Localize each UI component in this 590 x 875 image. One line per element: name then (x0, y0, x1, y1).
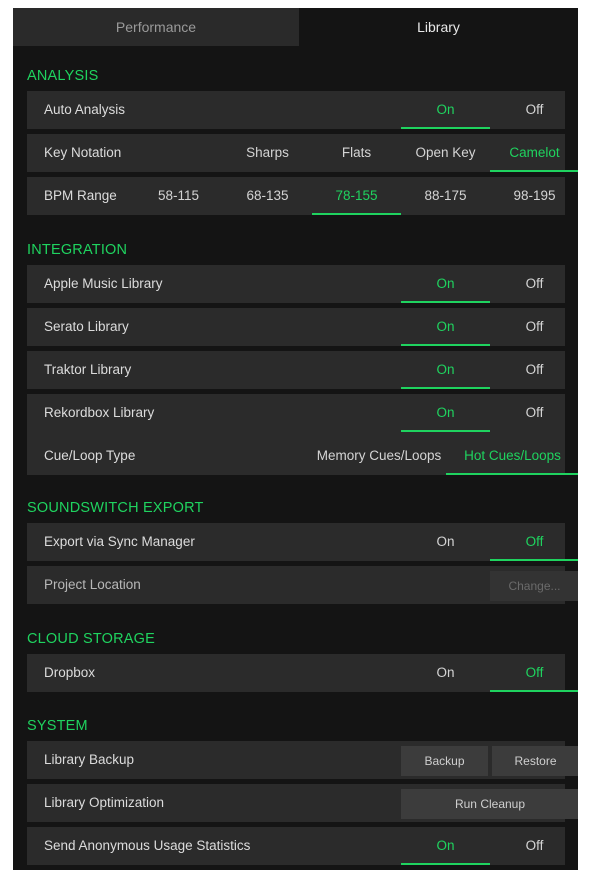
cue-loop-memory-option[interactable]: Memory Cues/Loops (312, 437, 446, 475)
auto-analysis-row: Auto Analysis On Off (27, 91, 565, 129)
auto-analysis-label: Auto Analysis (44, 102, 126, 117)
traktor-label: Traktor Library (44, 362, 132, 377)
bpm-range-label: BPM Range (44, 188, 117, 203)
serato-label: Serato Library (44, 319, 129, 334)
library-optimization-row: Library Optimization Run Cleanup (27, 784, 578, 822)
section-title-system: SYSTEM (27, 718, 88, 734)
tab-bar: Performance Library (13, 8, 578, 46)
apple-music-on-option[interactable]: On (401, 265, 490, 303)
bpm-range-88-175-option[interactable]: 88-175 (401, 177, 490, 215)
section-title-soundswitch: SOUNDSWITCH EXPORT (27, 500, 204, 516)
auto-analysis-on-option[interactable]: On (401, 91, 490, 129)
bpm-range-78-155-option[interactable]: 78-155 (312, 177, 401, 215)
tab-performance[interactable]: Performance (13, 8, 299, 46)
cue-loop-hot-option[interactable]: Hot Cues/Loops (446, 437, 578, 475)
key-notation-sharps-option[interactable]: Sharps (223, 134, 312, 172)
rekordbox-off-option[interactable]: Off (490, 394, 578, 432)
key-notation-flats-option[interactable]: Flats (312, 134, 401, 172)
usage-stats-off-option[interactable]: Off (490, 827, 578, 865)
section-title-analysis: ANALYSIS (27, 68, 99, 84)
export-sync-off-option[interactable]: Off (490, 523, 578, 561)
bpm-range-68-135-option[interactable]: 68-135 (223, 177, 312, 215)
dropbox-label: Dropbox (44, 665, 96, 680)
dropbox-off-option[interactable]: Off (490, 654, 578, 692)
export-sync-on-option[interactable]: On (401, 523, 490, 561)
change-location-button[interactable]: Change... (490, 571, 578, 601)
library-backup-label: Library Backup (44, 752, 135, 767)
traktor-row: Traktor Library On Off (27, 351, 565, 389)
usage-stats-on-option[interactable]: On (401, 827, 490, 865)
bpm-range-58-115-option[interactable]: 58-115 (134, 177, 223, 215)
tab-library[interactable]: Library (299, 8, 578, 46)
serato-row: Serato Library On Off (27, 308, 565, 346)
restore-button[interactable]: Restore (492, 746, 578, 776)
key-notation-open-key-option[interactable]: Open Key (401, 134, 490, 172)
apple-music-row: Apple Music Library On Off (27, 265, 565, 303)
serato-on-option[interactable]: On (401, 308, 490, 346)
key-notation-label: Key Notation (44, 145, 122, 160)
usage-stats-row: Send Anonymous Usage Statistics On Off (27, 827, 565, 865)
apple-music-label: Apple Music Library (44, 276, 163, 291)
rekordbox-on-option[interactable]: On (401, 394, 490, 432)
traktor-off-option[interactable]: Off (490, 351, 578, 389)
serato-off-option[interactable]: Off (490, 308, 578, 346)
bpm-range-98-195-option[interactable]: 98-195 (490, 177, 578, 215)
dropbox-on-option[interactable]: On (401, 654, 490, 692)
library-optimization-label: Library Optimization (44, 795, 165, 810)
library-settings-panel: Performance Library ANALYSIS Auto Analys… (13, 8, 578, 870)
apple-music-off-option[interactable]: Off (490, 265, 578, 303)
export-sync-row: Export via Sync Manager On Off (27, 523, 578, 561)
library-backup-row: Library Backup Backup Restore (27, 741, 578, 779)
cue-loop-type-label: Cue/Loop Type (44, 448, 136, 463)
rekordbox-label: Rekordbox Library (44, 405, 155, 420)
run-cleanup-button[interactable]: Run Cleanup (401, 789, 578, 819)
section-title-cloud: CLOUD STORAGE (27, 631, 156, 647)
traktor-on-option[interactable]: On (401, 351, 490, 389)
usage-stats-label: Send Anonymous Usage Statistics (44, 838, 251, 853)
dropbox-row: Dropbox On Off (27, 654, 578, 692)
key-notation-camelot-option[interactable]: Camelot (490, 134, 578, 172)
export-sync-label: Export via Sync Manager (44, 534, 195, 549)
project-location-label: Project Location (44, 577, 141, 592)
section-title-integration: INTEGRATION (27, 242, 128, 258)
key-notation-row: Key Notation Sharps Flats Open Key Camel… (27, 134, 578, 172)
rekordbox-row: Rekordbox Library On Off Cue/Loop Type M… (27, 394, 578, 475)
bpm-range-row: BPM Range 58-115 68-135 78-155 88-175 98… (27, 177, 565, 215)
project-location-row: Project Location Change... (27, 566, 578, 604)
backup-button[interactable]: Backup (401, 746, 488, 776)
auto-analysis-off-option[interactable]: Off (490, 91, 578, 129)
